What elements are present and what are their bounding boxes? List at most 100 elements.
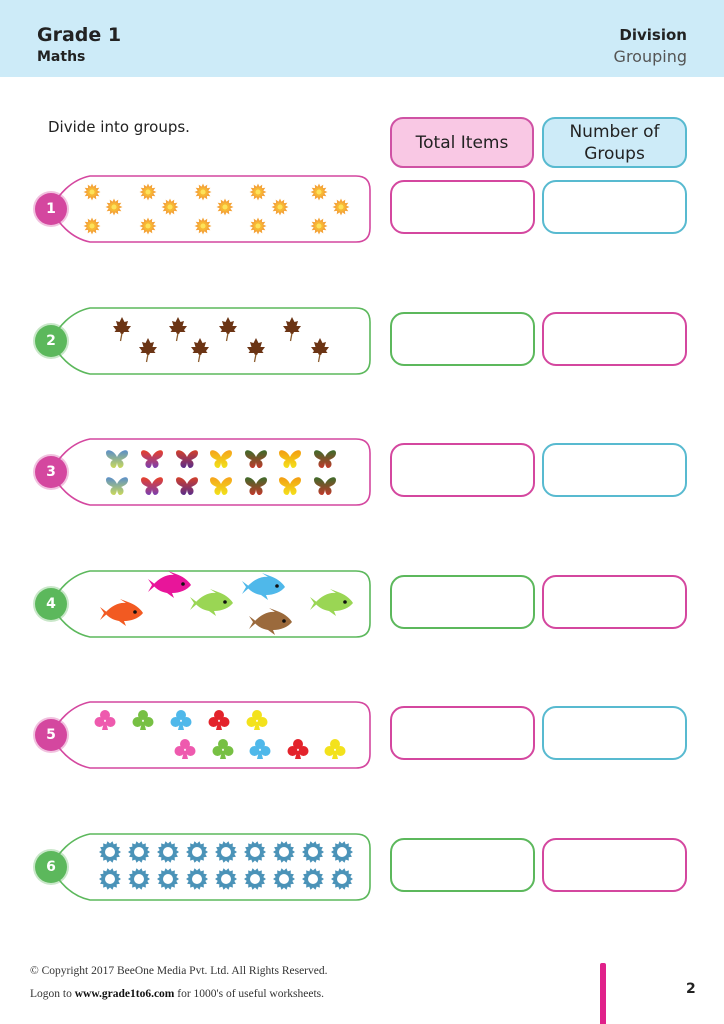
sun-icon [271, 198, 289, 216]
gear-icon [273, 868, 295, 890]
butterfly-icon [314, 450, 336, 468]
gear-icon [215, 841, 237, 863]
copyright-text: © Copyright 2017 BeeOne Media Pvt. Ltd. … [30, 965, 328, 977]
fish-icon [190, 589, 233, 616]
maple-leaf-icon [113, 317, 131, 342]
gear-icon [157, 841, 179, 863]
total-items-answer-box[interactable] [390, 838, 535, 892]
butterfly-icon [314, 477, 336, 495]
number-of-groups-answer-box[interactable] [542, 706, 687, 760]
item-tag: 2 [0, 306, 380, 376]
sun-icon [83, 217, 101, 235]
club-icon [94, 710, 116, 730]
gear-icon [186, 841, 208, 863]
club-icon [324, 739, 346, 759]
subtopic-label: Grouping [613, 47, 687, 66]
question-row-6: 6 [0, 832, 724, 902]
gear-icon [273, 841, 295, 863]
club-icon [246, 710, 268, 730]
butterfly-icon [141, 450, 163, 468]
total-items-answer-box[interactable] [390, 180, 535, 234]
gear-icon [244, 841, 266, 863]
question-row-1: 1 [0, 174, 724, 244]
butterfly-icon [279, 477, 301, 495]
item-tag: 4 [0, 569, 380, 639]
number-of-groups-label: Number of Groups [569, 121, 660, 164]
gear-icon [331, 868, 353, 890]
page-number: 2 [686, 981, 696, 997]
butterfly-icon [106, 477, 128, 495]
club-icon [249, 739, 271, 759]
number-of-groups-answer-box[interactable] [542, 312, 687, 366]
number-of-groups-answer-box[interactable] [542, 838, 687, 892]
logon-text: Logon to www.grade1to6.com for 1000's of… [30, 988, 325, 1000]
maple-leaf-icon [283, 317, 301, 342]
question-number-badge: 5 [35, 719, 67, 751]
sun-icon [194, 183, 212, 201]
sun-icon [332, 198, 350, 216]
item-tag: 3 [0, 437, 380, 507]
sun-icon [83, 183, 101, 201]
butterfly-icon [279, 450, 301, 468]
club-icon [170, 710, 192, 730]
question-row-3: 3 [0, 437, 724, 507]
question-row-2: 2 [0, 306, 724, 376]
total-items-answer-box[interactable] [390, 312, 535, 366]
butterfly-icon [176, 450, 198, 468]
butterfly-icon [106, 450, 128, 468]
gear-icon [128, 868, 150, 890]
fish-icon [249, 608, 292, 635]
grade-label: Grade 1 [37, 24, 122, 46]
question-number-badge: 6 [35, 851, 67, 883]
number-of-groups-answer-box[interactable] [542, 443, 687, 497]
butterfly-icon [141, 477, 163, 495]
question-number-badge: 3 [35, 456, 67, 488]
total-items-answer-box[interactable] [390, 575, 535, 629]
fish-icon [242, 573, 285, 600]
fish-icon [100, 599, 143, 626]
number-of-groups-answer-box[interactable] [542, 575, 687, 629]
maple-leaf-icon [219, 317, 237, 342]
topic-label: Division [619, 26, 687, 44]
question-row-4: 4 [0, 569, 724, 639]
sun-icon [105, 198, 123, 216]
sun-icon [249, 217, 267, 235]
butterfly-icon [210, 477, 232, 495]
fish-icon [148, 571, 191, 598]
gear-icon [302, 868, 324, 890]
total-items-answer-box[interactable] [390, 706, 535, 760]
number-of-groups-answer-box[interactable] [542, 180, 687, 234]
sun-icon [216, 198, 234, 216]
page-header: Grade 1 Maths Division Grouping [0, 0, 724, 77]
gear-icon [99, 868, 121, 890]
gear-icon [128, 841, 150, 863]
side-brand-bar [600, 963, 606, 1024]
website-link[interactable]: www.grade1to6.com [75, 988, 175, 1000]
gear-icon [157, 868, 179, 890]
sun-icon [249, 183, 267, 201]
butterfly-icon [176, 477, 198, 495]
column-header-number-of-groups: Number of Groups [542, 117, 687, 168]
gear-icon [99, 841, 121, 863]
butterfly-icon [210, 450, 232, 468]
question-number-badge: 4 [35, 588, 67, 620]
sun-icon [310, 217, 328, 235]
maple-leaf-icon [169, 317, 187, 342]
fish-icon [310, 589, 353, 616]
total-items-label: Total Items [415, 132, 509, 153]
gear-icon [331, 841, 353, 863]
maple-leaf-icon [191, 338, 209, 363]
sun-icon [194, 217, 212, 235]
item-tag: 6 [0, 832, 380, 902]
sun-icon [310, 183, 328, 201]
butterfly-icon [245, 450, 267, 468]
total-items-answer-box[interactable] [390, 443, 535, 497]
maple-leaf-icon [139, 338, 157, 363]
club-icon [287, 739, 309, 759]
butterfly-icon [245, 477, 267, 495]
club-icon [212, 739, 234, 759]
sun-icon [139, 183, 157, 201]
club-icon [132, 710, 154, 730]
gear-icon [302, 841, 324, 863]
gear-icon [244, 868, 266, 890]
